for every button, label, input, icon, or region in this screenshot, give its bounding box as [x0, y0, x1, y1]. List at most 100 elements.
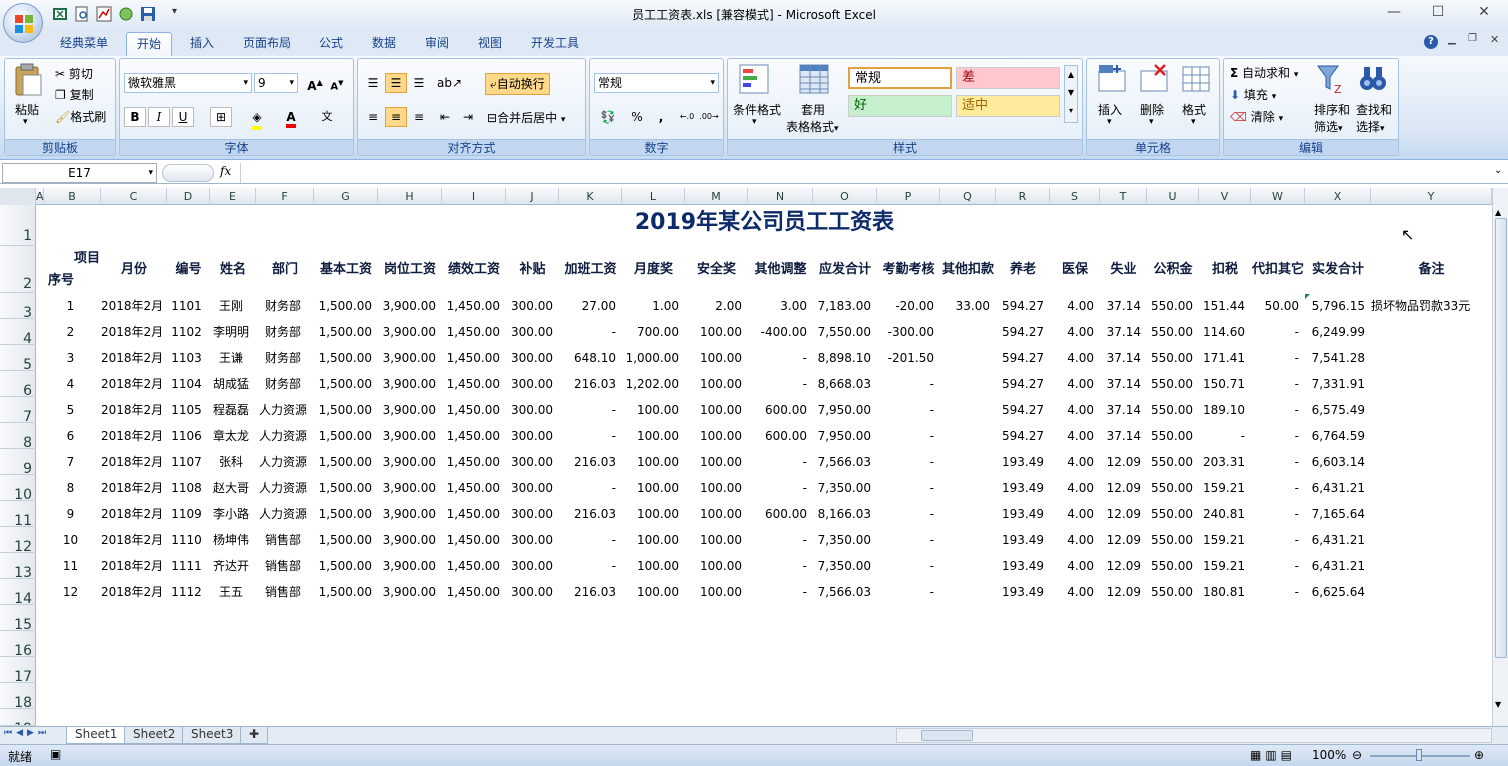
table-cell[interactable]: 1101 — [167, 293, 206, 319]
row-header[interactable]: 11 — [0, 501, 36, 529]
table-cell[interactable] — [940, 475, 992, 501]
table-cell[interactable]: 1109 — [167, 501, 206, 527]
table-cell[interactable]: 1107 — [167, 449, 206, 475]
table-cell[interactable]: 594.27 — [996, 397, 1046, 423]
table-cell[interactable]: 4.00 — [1050, 553, 1096, 579]
table-cell[interactable]: 章太龙 — [210, 423, 252, 449]
table-cell[interactable]: 594.27 — [996, 423, 1046, 449]
column-header[interactable]: F — [256, 188, 314, 205]
table-cell[interactable]: 7,566.03 — [813, 449, 873, 475]
tab-view[interactable]: 视图 — [468, 32, 512, 56]
table-cell[interactable]: 4.00 — [1050, 293, 1096, 319]
table-cell[interactable]: 8 — [44, 475, 97, 501]
clear-button[interactable]: ⌫ 清除 ▾ — [1230, 108, 1283, 125]
table-cell[interactable]: 1,500.00 — [314, 449, 374, 475]
table-cell[interactable]: -20.00 — [877, 293, 936, 319]
row-header[interactable]: 3 — [0, 293, 36, 321]
chevron-down-icon[interactable]: ▾ — [1107, 117, 1112, 127]
table-cell[interactable]: 3,900.00 — [378, 579, 438, 605]
table-cell[interactable]: 12.09 — [1100, 579, 1143, 605]
table-cell[interactable]: 3,900.00 — [378, 553, 438, 579]
table-cell[interactable]: 5,796.15 — [1305, 293, 1367, 319]
minimize-button[interactable]: — — [1380, 4, 1408, 22]
align-bottom-button[interactable]: ☰ — [408, 73, 430, 93]
table-cell[interactable] — [940, 423, 992, 449]
table-cell[interactable]: 财务部 — [256, 293, 310, 319]
table-cell[interactable]: 3 — [44, 345, 97, 371]
font-color-button[interactable]: A — [280, 107, 302, 128]
table-cell[interactable]: 100.00 — [685, 397, 744, 423]
table-cell[interactable] — [1371, 345, 1488, 371]
table-cell[interactable]: 100.00 — [622, 449, 681, 475]
align-middle-button[interactable]: ☰ — [385, 73, 407, 93]
horizontal-scrollbar[interactable] — [896, 728, 1492, 743]
paste-button[interactable]: 粘贴 — [15, 101, 39, 118]
table-cell[interactable]: 2018年2月 — [101, 553, 163, 579]
tab-review[interactable]: 审阅 — [415, 32, 459, 56]
zoom-thumb[interactable] — [1416, 749, 1422, 761]
row-header[interactable]: 9 — [0, 449, 36, 477]
macro-record-icon[interactable]: ▣ — [50, 747, 61, 761]
phonetic-button[interactable]: 文 — [316, 107, 338, 127]
table-cell[interactable]: 11 — [44, 553, 97, 579]
table-cell[interactable]: - — [877, 527, 936, 553]
table-cell[interactable]: 人力资源 — [256, 397, 310, 423]
table-cell[interactable]: 财务部 — [256, 371, 310, 397]
align-right-button[interactable]: ≡ — [408, 107, 430, 127]
cut-button[interactable]: ✂ 剪切 — [55, 65, 93, 82]
table-cell[interactable]: 171.41 — [1199, 345, 1247, 371]
table-cell[interactable]: 550.00 — [1147, 345, 1195, 371]
table-cell[interactable]: 2018年2月 — [101, 371, 163, 397]
table-cell[interactable]: 1,500.00 — [314, 527, 374, 553]
table-cell[interactable]: - — [877, 449, 936, 475]
table-cell[interactable]: 7,566.03 — [813, 579, 873, 605]
table-cell[interactable]: 4.00 — [1050, 423, 1096, 449]
table-cell[interactable]: 100.00 — [685, 553, 744, 579]
table-cell[interactable]: 100.00 — [622, 423, 681, 449]
table-cell[interactable]: 2018年2月 — [101, 449, 163, 475]
column-header[interactable]: V — [1199, 188, 1251, 205]
table-cell[interactable]: - — [1251, 579, 1301, 605]
column-header[interactable]: P — [877, 188, 940, 205]
italic-button[interactable]: I — [148, 107, 170, 127]
table-cell[interactable]: 1,450.00 — [442, 501, 502, 527]
column-header[interactable]: J — [506, 188, 559, 205]
table-cell[interactable]: 550.00 — [1147, 501, 1195, 527]
table-cell[interactable]: 6,625.64 — [1305, 579, 1367, 605]
table-cell[interactable]: 7 — [44, 449, 97, 475]
table-cell[interactable]: - — [877, 423, 936, 449]
table-cell[interactable]: 100.00 — [685, 449, 744, 475]
sort-filter-button-line2[interactable]: 筛选▾ — [1314, 118, 1343, 135]
table-cell[interactable]: 550.00 — [1147, 423, 1195, 449]
table-cell[interactable]: 700.00 — [622, 319, 681, 345]
table-cell[interactable]: 6,431.21 — [1305, 553, 1367, 579]
table-cell[interactable]: 6,764.59 — [1305, 423, 1367, 449]
table-cell[interactable]: - — [877, 553, 936, 579]
paste-icon[interactable] — [13, 63, 43, 97]
formula-controls[interactable] — [162, 164, 214, 182]
table-cell[interactable]: 损坏物品罚款33元 — [1371, 293, 1488, 319]
table-cell[interactable]: 216.03 — [559, 449, 618, 475]
table-cell[interactable]: - — [559, 397, 618, 423]
table-cell[interactable]: - — [1251, 345, 1301, 371]
table-cell[interactable]: 193.49 — [996, 553, 1046, 579]
tab-insert[interactable]: 插入 — [180, 32, 224, 56]
table-cell[interactable]: 159.21 — [1199, 527, 1247, 553]
table-format-icon[interactable] — [798, 63, 830, 95]
copy-button[interactable]: ❐ 复制 — [55, 86, 94, 103]
table-cell[interactable] — [940, 319, 992, 345]
table-cell[interactable]: 4.00 — [1050, 527, 1096, 553]
table-cell[interactable]: 37.14 — [1100, 397, 1143, 423]
table-cell[interactable] — [1371, 449, 1488, 475]
table-cell[interactable]: 3,900.00 — [378, 527, 438, 553]
table-cell[interactable] — [940, 579, 992, 605]
table-cell[interactable] — [1371, 553, 1488, 579]
column-header[interactable]: H — [378, 188, 442, 205]
table-cell[interactable]: 7,350.00 — [813, 475, 873, 501]
fill-color-button[interactable]: ◈ — [246, 107, 268, 130]
table-cell[interactable]: 1104 — [167, 371, 206, 397]
table-cell[interactable]: - — [877, 371, 936, 397]
table-cell[interactable]: 594.27 — [996, 319, 1046, 345]
style-neutral[interactable]: 适中 — [956, 95, 1060, 117]
table-cell[interactable]: 财务部 — [256, 345, 310, 371]
